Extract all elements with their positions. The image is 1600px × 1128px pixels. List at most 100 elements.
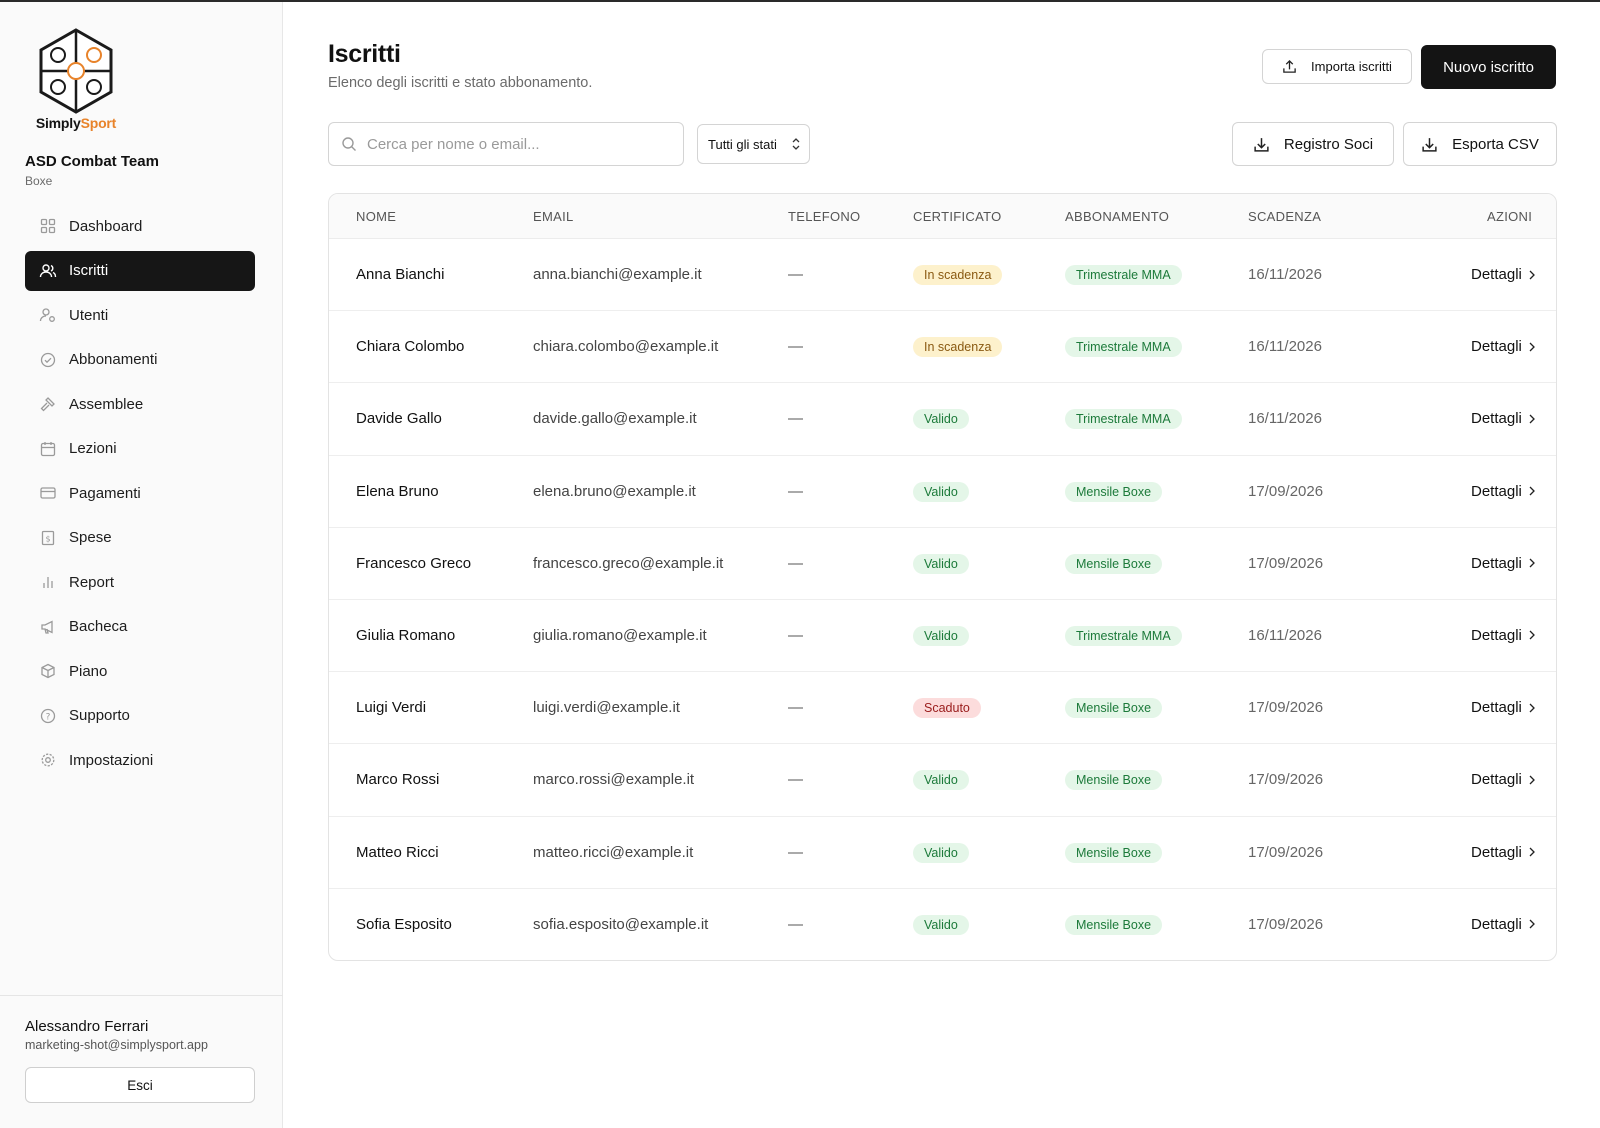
table-row[interactable]: Matteo Ricci matteo.ricci@example.it — Vali… (329, 817, 1556, 889)
new-member-button[interactable]: Nuovo iscritto (1421, 45, 1556, 89)
sidebar-item-piano[interactable]: Piano (25, 651, 255, 691)
sidebar-item-utenti[interactable]: Utenti (25, 295, 255, 335)
subscription-badge: Trimestrale MMA (1065, 337, 1182, 358)
member-name: Matteo Ricci (356, 843, 439, 861)
chevron-right-icon (1528, 270, 1536, 280)
details-label: Dettagli (1471, 554, 1522, 572)
details-link[interactable]: Dettagli (1471, 555, 1536, 572)
logout-button[interactable]: Esci (25, 1067, 255, 1103)
details-link[interactable]: Dettagli (1471, 483, 1536, 500)
chevron-right-icon (1528, 414, 1536, 424)
table-row[interactable]: Davide Gallo davide.gallo@example.it — Vali… (329, 383, 1556, 456)
details-link[interactable]: Dettagli (1471, 627, 1536, 644)
details-link[interactable]: Dettagli (1471, 916, 1536, 933)
table-header: NOME EMAIL TELEFONO CERTIFICATO ABBONAME… (329, 194, 1556, 239)
member-email: chiara.colombo@example.it (533, 338, 719, 356)
details-link[interactable]: Dettagli (1471, 699, 1536, 716)
sidebar-item-supporto[interactable]: ? Supporto (25, 696, 255, 736)
search-box (328, 122, 684, 166)
gear-icon (39, 751, 57, 769)
member-phone: — (788, 482, 803, 500)
expiry-date: 17/09/2026 (1248, 915, 1324, 933)
sidebar-item-report[interactable]: Report (25, 562, 255, 602)
table-body: Anna Bianchi anna.bianchi@example.it — In s… (329, 239, 1556, 960)
details-label: Dettagli (1471, 338, 1522, 356)
certificate-status-badge: In scadenza (913, 337, 1003, 358)
sidebar-item-label: Bacheca (69, 618, 128, 635)
sidebar-item-label: Spese (69, 529, 112, 546)
member-phone: — (788, 554, 803, 572)
logo[interactable]: SimplySport (30, 27, 122, 137)
logo-emblem-icon (39, 28, 113, 114)
organization-name: ASD Combat Team (25, 153, 159, 170)
sidebar-item-label: Utenti (69, 306, 109, 324)
table-row[interactable]: Anna Bianchi anna.bianchi@example.it — In s… (329, 239, 1556, 312)
table-row[interactable]: Luigi Verdi luigi.verdi@example.it — Scadut… (329, 672, 1556, 745)
certificate-status-badge: Valido (913, 409, 969, 430)
chevron-right-icon (1528, 486, 1536, 496)
member-name: Giulia Romano (356, 626, 456, 644)
download-icon (1421, 136, 1438, 153)
search-input[interactable] (367, 135, 667, 153)
chevron-up-down-icon (791, 137, 801, 154)
member-name: Sofia Esposito (356, 915, 452, 933)
brand-name: SimplySport (35, 115, 117, 131)
details-link[interactable]: Dettagli (1471, 266, 1536, 283)
sidebar-item-pagamenti[interactable]: Pagamenti (25, 473, 255, 513)
subscription-badge: Trimestrale MMA (1065, 265, 1182, 285)
sidebar-item-label: Piano (69, 662, 108, 680)
sidebar-item-impostazioni[interactable]: Impostazioni (25, 740, 255, 780)
table-row[interactable]: Sofia Esposito sofia.esposito@example.it —… (329, 889, 1556, 960)
subscription-badge: Mensile Boxe (1065, 698, 1163, 719)
sidebar-item-dashboard[interactable]: Dashboard (25, 206, 255, 246)
table-row[interactable]: Marco Rossi marco.rossi@example.it — Valido… (329, 744, 1556, 817)
member-phone: — (788, 626, 803, 644)
user-settings-icon (39, 306, 57, 324)
sidebar-item-label: Lezioni (69, 440, 117, 457)
export-csv-button[interactable]: Esporta CSV (1403, 122, 1557, 166)
member-register-button[interactable]: Registro Soci (1232, 122, 1394, 166)
calendar-icon (39, 440, 57, 458)
details-link[interactable]: Dettagli (1471, 844, 1536, 861)
sidebar-item-iscritti[interactable]: Iscritti (25, 250, 255, 291)
details-link[interactable]: Dettagli (1471, 771, 1536, 788)
certificate-status-badge: Valido (913, 842, 969, 863)
details-label: Dettagli (1471, 699, 1522, 717)
subscription-badge: Mensile Boxe (1065, 481, 1163, 502)
subscription-badge: Trimestrale MMA (1065, 409, 1182, 430)
details-link[interactable]: Dettagli (1471, 410, 1536, 427)
member-phone: — (788, 410, 803, 428)
sidebar-item-label: Dashboard (69, 217, 143, 235)
chevron-right-icon (1528, 630, 1536, 640)
subscription-badge: Trimestrale MMA (1065, 625, 1182, 646)
table-row[interactable]: Francesco Greco francesco.greco@example.i… (329, 528, 1556, 600)
table-row[interactable]: Elena Bruno elena.bruno@example.it — Valido… (329, 456, 1556, 528)
member-name: Marco Rossi (356, 771, 440, 789)
subscription-badge: Mensile Boxe (1065, 770, 1163, 791)
sidebar-item-assemblee[interactable]: Assemblee (25, 384, 255, 424)
table-row[interactable]: Giulia Romano giulia.romano@example.it — Va… (329, 600, 1556, 673)
page-title: Iscritti (328, 40, 401, 68)
details-label: Dettagli (1471, 482, 1522, 500)
user-email: marketing-shot@simplysport.app (25, 1038, 208, 1052)
table-row[interactable]: Chiara Colombo chiara.colombo@example.it —… (329, 311, 1556, 384)
expiry-date: 17/09/2026 (1248, 482, 1324, 500)
sidebar-item-spese[interactable]: $ Spese (25, 518, 255, 558)
expiry-date: 17/09/2026 (1248, 843, 1324, 861)
chevron-right-icon (1528, 919, 1536, 929)
members-table: NOME EMAIL TELEFONO CERTIFICATO ABBONAME… (328, 193, 1557, 961)
sidebar-item-abbonamenti[interactable]: Abbonamenti (25, 340, 255, 380)
import-members-label: Importa iscritti (1311, 59, 1392, 74)
member-register-label: Registro Soci (1283, 135, 1374, 153)
sidebar-item-lezioni[interactable]: Lezioni (25, 429, 255, 469)
member-phone: — (788, 266, 803, 283)
subscription-badge: Mensile Boxe (1065, 553, 1163, 574)
import-members-button[interactable]: Importa iscritti (1262, 49, 1412, 84)
member-email: giulia.romano@example.it (533, 626, 707, 644)
status-filter-select[interactable]: Tutti gli stati (697, 124, 810, 164)
details-label: Dettagli (1471, 915, 1522, 933)
sidebar-item-label: Pagamenti (69, 484, 141, 502)
details-link[interactable]: Dettagli (1471, 338, 1536, 355)
sidebar-item-bacheca[interactable]: Bacheca (25, 607, 255, 647)
sidebar: SimplySport ASD Combat Team Boxe Dashboa… (0, 2, 283, 1128)
